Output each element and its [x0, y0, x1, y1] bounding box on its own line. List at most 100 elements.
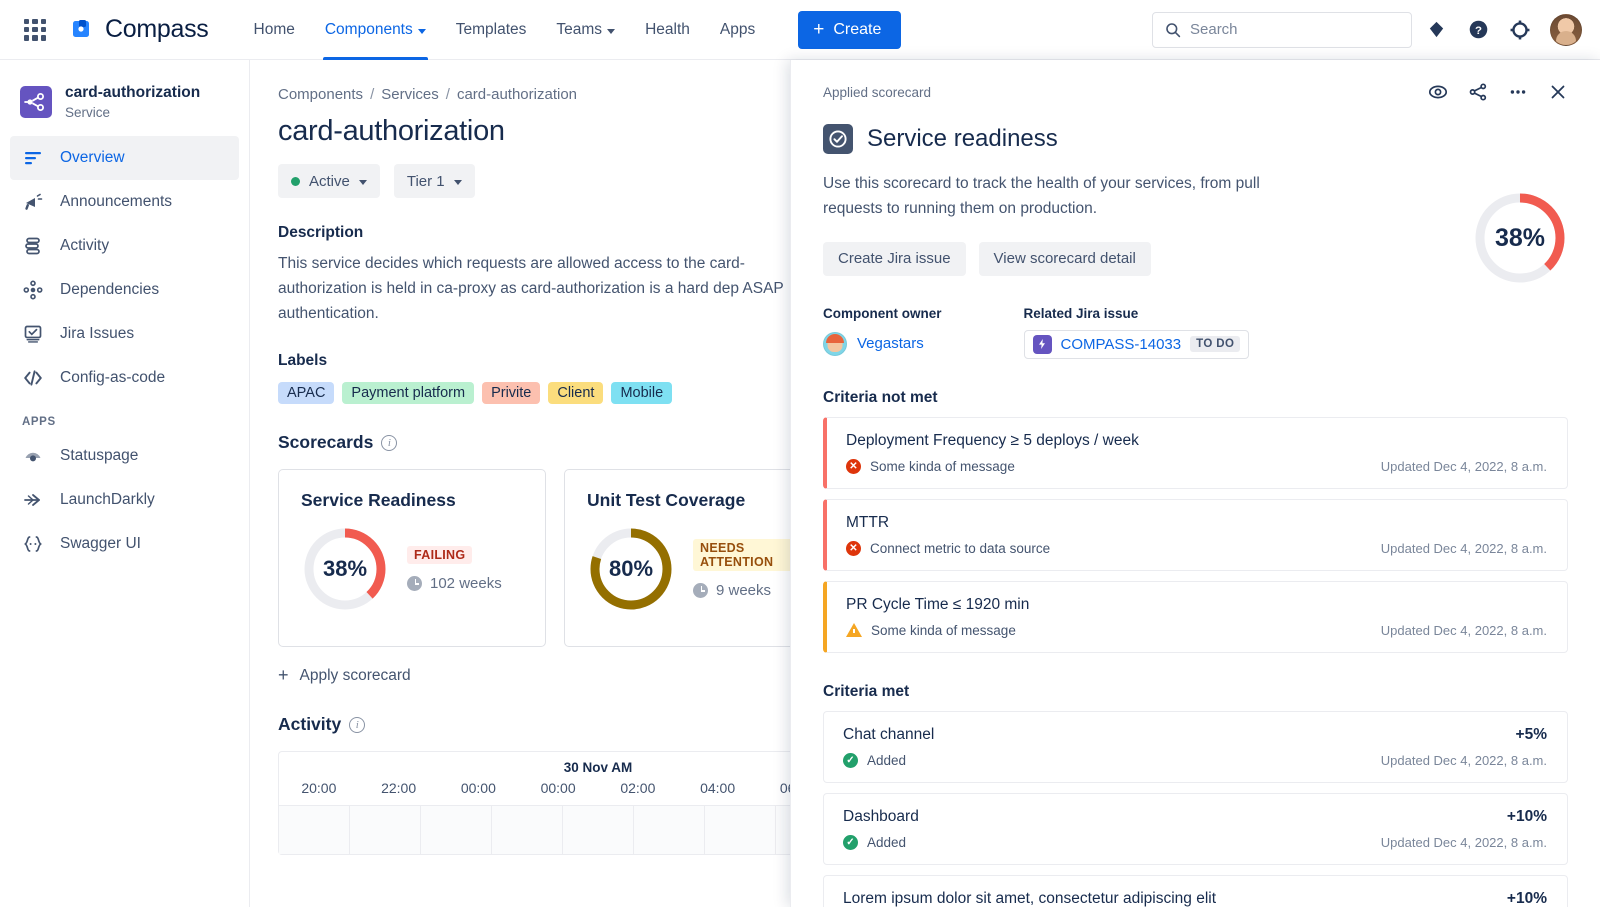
brand-logo[interactable]: Compass: [70, 15, 209, 44]
criteria-row[interactable]: Lorem ipsum dolor sit amet, consectetur …: [823, 874, 1568, 907]
notifications-icon[interactable]: [1418, 12, 1454, 48]
criteria-message: ✕ Some kinda of message: [846, 458, 1015, 474]
sidebar-item-label: LaunchDarkly: [60, 490, 155, 508]
more-icon[interactable]: [1508, 82, 1528, 102]
scorecard-check-icon: [823, 124, 853, 154]
component-owner-value[interactable]: Vegastars: [823, 331, 942, 356]
panel-kicker: Applied scorecard: [823, 84, 932, 100]
nav-label: Health: [645, 20, 690, 38]
criteria-row[interactable]: MTTR ✕ Connect metric to data source Upd…: [823, 498, 1568, 571]
search-input[interactable]: Search: [1152, 11, 1412, 48]
scorecard-age-label: 9 weeks: [716, 582, 772, 600]
criteria-not-met-heading: Criteria not met: [823, 388, 938, 406]
sidebar-item-overview[interactable]: Overview: [10, 135, 239, 180]
nav-item-teams[interactable]: Teams: [541, 0, 630, 60]
breadcrumb-services[interactable]: Services: [381, 86, 439, 103]
close-icon[interactable]: [1548, 82, 1568, 102]
view-scorecard-detail-button[interactable]: View scorecard detail: [978, 241, 1151, 276]
criteria-row[interactable]: Deployment Frequency ≥ 5 deploys / week …: [823, 416, 1568, 489]
jira-issue-chip[interactable]: COMPASS-14033 TO DO: [1023, 329, 1250, 359]
label-chip[interactable]: Client: [548, 382, 604, 405]
sidebar-item-activity[interactable]: Activity: [10, 224, 239, 268]
label-chip[interactable]: APAC: [278, 382, 335, 405]
criteria-updated: Updated Dec 4, 2022, 8 a.m.: [1380, 834, 1547, 850]
avatar[interactable]: [1550, 13, 1582, 46]
criteria-row-top: Deployment Frequency ≥ 5 deploys / week: [846, 432, 1547, 450]
sidebar-item-launchdarkly[interactable]: LaunchDarkly: [10, 478, 239, 522]
criteria-row[interactable]: Dashboard +10% ✓ Added Updated Dec 4, 20…: [823, 792, 1568, 865]
dependencies-icon: [22, 279, 44, 301]
nav-item-templates[interactable]: Templates: [441, 0, 542, 60]
sidebar-item-announcements[interactable]: Announcements: [10, 180, 239, 224]
scorecard-body: 38% FAILING 102 weeks: [301, 525, 523, 613]
apply-scorecard-label: Apply scorecard: [299, 666, 411, 684]
criteria-row[interactable]: Chat channel +5% ✓ Added Updated Dec 4, …: [823, 710, 1568, 783]
related-jira-label: Related Jira issue: [1023, 305, 1139, 321]
scorecard-body: 80% NEEDS ATTENTION 9 weeks: [587, 525, 809, 613]
related-jira-block: Related Jira issue COMPASS-14033 TO DO: [1023, 305, 1250, 359]
watch-icon[interactable]: [1428, 82, 1448, 102]
panel-score-percent: 38%: [1494, 223, 1546, 252]
nav-label: Apps: [719, 20, 756, 38]
sidebar-item-statuspage[interactable]: Statuspage: [10, 434, 239, 478]
service-component-icon: [20, 85, 52, 118]
tier-pill[interactable]: Tier 1: [393, 164, 475, 198]
error-icon: ✕: [846, 540, 861, 556]
nav-item-apps[interactable]: Apps: [705, 0, 770, 60]
nav-label: Home: [253, 20, 295, 38]
create-button[interactable]: + Create: [798, 10, 902, 49]
label-chip[interactable]: Privite: [482, 382, 541, 405]
label-chip[interactable]: Payment platform: [342, 382, 475, 405]
criteria-row[interactable]: PR Cycle Time ≤ 1920 min Some kinda of m…: [823, 580, 1568, 653]
sidebar-item-label: Config-as-code: [60, 368, 166, 386]
criteria-message: ✕ Connect metric to data source: [846, 540, 1050, 556]
nav-label: Templates: [455, 20, 527, 38]
status-pill[interactable]: Active: [278, 164, 380, 198]
warning-icon: [846, 623, 862, 638]
chevron-down-icon: [453, 180, 462, 185]
label-chip[interactable]: Mobile: [611, 382, 673, 405]
nav-item-components[interactable]: Components: [310, 0, 441, 60]
scorecard-percent: 80%: [608, 556, 654, 582]
criteria-name: Lorem ipsum dolor sit amet, consectetur …: [843, 889, 1217, 907]
breadcrumb-separator: /: [445, 86, 450, 103]
criteria-message: ✓ Added: [843, 752, 906, 768]
criteria-row-bottom: ✓ Added Updated Dec 4, 2022, 8 a.m.: [843, 752, 1547, 768]
check-icon: ✓: [843, 834, 858, 850]
compass-logo-icon: [70, 17, 96, 43]
settings-icon[interactable]: [1502, 12, 1538, 48]
component-owner-block: Component owner Vegastars: [823, 306, 942, 359]
info-icon[interactable]: i: [381, 434, 398, 451]
nav-item-health[interactable]: Health: [630, 0, 705, 60]
scorecard-card[interactable]: Service Readiness 38% FAILING 102 weeks: [278, 469, 546, 648]
breadcrumb-separator: /: [370, 86, 375, 103]
scorecards-heading: Scorecards: [278, 432, 374, 453]
sidebar-component-name: card-authorization: [65, 84, 201, 101]
sidebar-item-dependencies[interactable]: Dependencies: [10, 268, 239, 312]
plus-icon: +: [278, 665, 289, 686]
sidebar-item-label: Announcements: [60, 192, 173, 210]
criteria-name: MTTR: [846, 513, 890, 531]
sidebar-item-config-as-code[interactable]: Config-as-code: [10, 356, 239, 400]
info-icon[interactable]: i: [349, 716, 366, 733]
criteria-updated: Updated Dec 4, 2022, 8 a.m.: [1380, 622, 1547, 638]
criteria-message-text: Some kinda of message: [870, 458, 1015, 474]
criteria-points: +5%: [1515, 725, 1547, 743]
status-pill-label: Active: [309, 172, 350, 190]
create-jira-issue-button[interactable]: Create Jira issue: [823, 241, 966, 276]
sidebar-item-swagger-ui[interactable]: Swagger UI: [10, 522, 239, 566]
sidebar-item-jira-issues[interactable]: Jira Issues: [10, 312, 239, 356]
share-icon[interactable]: [1468, 82, 1488, 102]
compass-app: Compass Home Components Templates Teams …: [0, 0, 1600, 907]
panel-meta-row: Component owner Vegastars Related Jira i…: [823, 306, 1568, 359]
breadcrumb-components[interactable]: Components: [278, 86, 363, 103]
breadcrumb-current[interactable]: card-authorization: [457, 86, 577, 103]
error-icon: ✕: [846, 458, 861, 474]
grid-apps-icon[interactable]: [22, 17, 48, 43]
criteria-updated: Updated Dec 4, 2022, 8 a.m.: [1380, 458, 1547, 474]
panel-actions: [1428, 82, 1568, 102]
activity-icon: [22, 235, 44, 257]
help-icon[interactable]: ?: [1460, 12, 1496, 48]
panel-title-row: Service readiness: [823, 124, 1568, 154]
nav-item-home[interactable]: Home: [239, 0, 310, 60]
